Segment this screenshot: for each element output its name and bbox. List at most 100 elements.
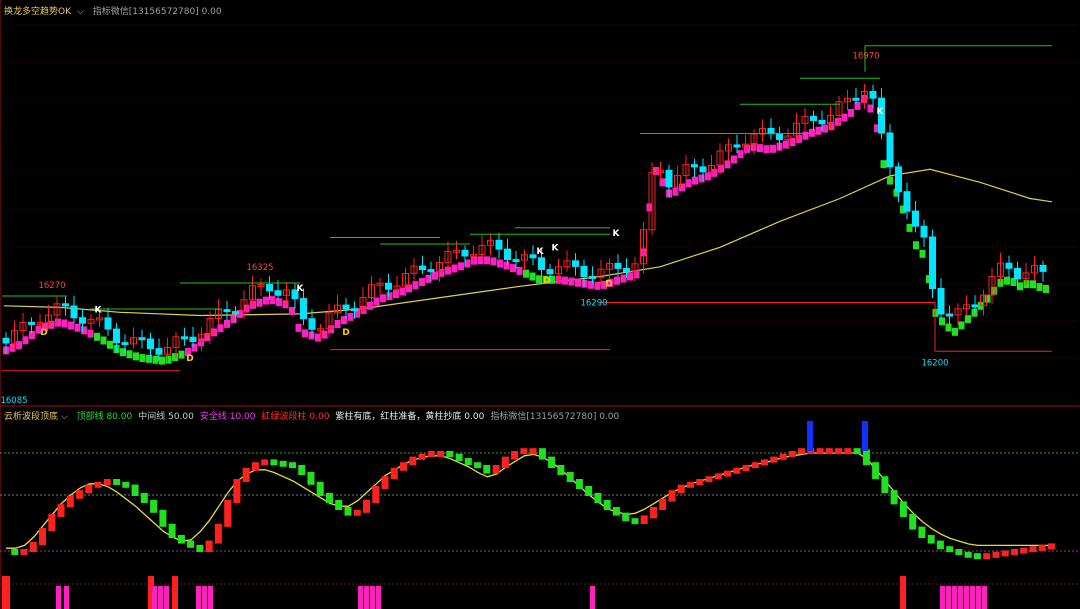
red-column-bar [900,576,906,609]
oscillator-down-block [335,500,343,510]
candle-down [895,166,902,193]
oscillator-up-block [372,486,380,503]
candle-down [699,166,707,173]
trend-up-block [61,319,68,328]
trend-up-block [731,155,737,164]
trend-up-block [614,276,620,285]
trend-up-block [692,176,698,185]
oscillator-up-block [844,448,852,455]
oscillator-down-block [973,553,981,560]
trend-down-block [107,340,113,349]
oscillator-up-block [427,451,435,457]
trend-down-block [1004,276,1010,285]
oscillator-down-block [548,456,556,468]
oscillator-up-block [835,448,843,455]
trend-down-block [984,294,991,303]
oscillator-down-block [872,462,880,480]
trend-up-block [848,108,854,117]
oscillator-up-block [233,479,241,503]
trend-up-block [802,131,809,140]
trend-up-block [763,145,770,154]
oscillator-down-block [890,490,898,505]
candle-down [300,298,307,320]
price-label: 16970 [852,52,879,62]
oscillator-up-block [779,453,787,460]
trend-up-block [380,294,386,303]
top-panel-indicator: 指标微信[13156572780] 0.00 [92,7,222,17]
oscillator-up-block [103,479,111,485]
trend-up-block [510,264,516,273]
trend-up-block [16,341,22,350]
trend-up-block [562,276,568,285]
magenta-column-bar [164,586,169,609]
price-label: 16270 [38,281,65,291]
legend-item: 中间线 50.00 [138,412,194,422]
oscillator-down-block [964,551,972,558]
oscillator-down-block [177,535,185,544]
oscillator-up-block [687,481,694,488]
bottom-panel-legend: 顶部线 80.00 中间线 50.00 安全线 10.00 红绿波段柱 0.00 紫柱有… [77,412,626,422]
oscillator-up-block [742,465,750,471]
oscillator-down-block [566,472,574,482]
trend-down-block [152,355,159,364]
oscillator-up-block [696,479,704,485]
oscillator-up-block [224,500,232,527]
oscillator-down-block [909,514,917,530]
magenta-column-bar [376,586,381,609]
oscillator-up-block [668,490,676,502]
candle-down [121,342,129,346]
oscillator-up-block [992,551,1000,558]
oscillator-up-block [353,509,361,516]
trend-down-block [1043,285,1049,293]
trend-up-block [653,167,659,175]
candle-down [2,337,10,344]
oscillator-down-block [464,458,472,466]
trend-up-block [477,256,484,265]
trend-down-block [1036,283,1043,292]
oscillator-up-block [400,462,407,471]
candle-down [147,338,154,350]
trend-up-block [432,271,438,280]
candle-down [308,318,316,330]
candle-down [113,328,120,344]
oscillator-down-block [585,486,593,496]
oscillator-up-block [770,456,778,463]
trend-down-block [529,272,536,281]
oscillator-up-block [1038,544,1046,551]
candle-down [580,265,588,277]
oscillator-down-block [483,465,491,474]
magenta-column-bar [208,586,213,609]
trend-down-block [945,323,952,332]
candle-down [1014,267,1021,280]
candle-down [614,262,622,269]
magenta-column-bar [64,586,69,609]
candle-down [589,276,596,279]
trend-up-block [757,144,763,153]
trend-down-block [133,352,139,361]
candle-down [461,249,469,257]
trend-down-block [139,354,146,363]
magenta-column-bar [970,586,975,609]
trend-down-block [880,160,887,169]
magenta-column-bar [964,586,969,609]
oscillator-down-block [853,448,861,455]
oscillator-down-block [140,493,148,503]
trend-down-block [94,332,100,341]
magenta-column-bar [946,586,951,609]
signal-k-label: K [297,284,305,294]
oscillator-up-block [48,514,56,531]
blue-signal-bar [862,421,868,451]
candle-down [155,348,163,355]
oscillator-down-block [918,526,926,538]
candle-down [971,304,979,308]
trend-down-block [958,321,965,330]
trend-up-block [412,281,419,290]
trend-up-block [302,329,308,338]
bottom-panel-header: 云析波段顶底 ⌵ 顶部线 80.00 中间线 50.00 安全线 10.00 红绿波段… [4,409,631,422]
oscillator-down-block [122,481,130,488]
price-label: 16325 [246,263,273,273]
candle-down [929,236,936,289]
oscillator-down-block [455,453,463,461]
candle-down [385,282,392,290]
oscillator-down-block [326,493,333,503]
